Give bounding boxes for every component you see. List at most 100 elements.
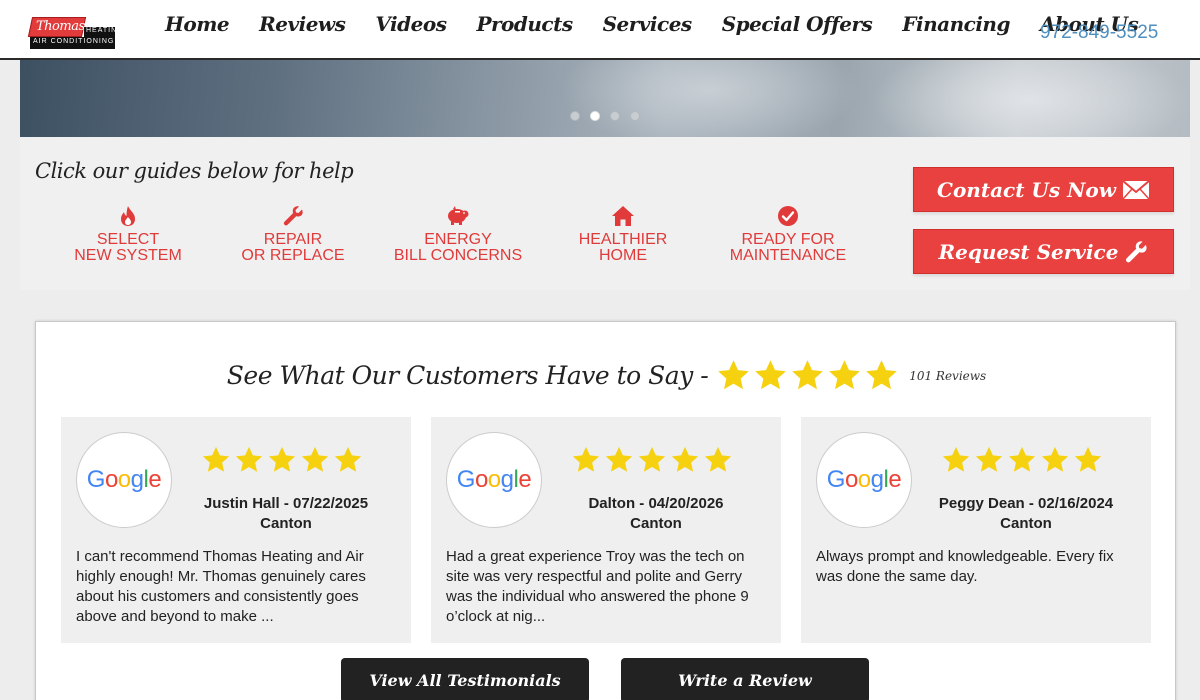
guide-select-new-system[interactable]: SELECT NEW SYSTEM <box>53 205 203 264</box>
company-logo[interactable]: Thomas HEATING AIR CONDITIONING <box>27 17 123 49</box>
contact-us-label: Contact Us Now <box>937 177 1116 202</box>
guide-line2: BILL CONCERNS <box>393 247 523 264</box>
reviewer-city: Canton <box>1000 515 1052 532</box>
request-service-label: Request Service <box>938 239 1119 264</box>
piggy-bank-icon <box>448 206 469 225</box>
reviewer-info: Dalton - 04/20/2026 Canton <box>556 494 756 534</box>
nav-products[interactable]: Products <box>476 12 573 36</box>
reviewer-name: Dalton - 04/20/2026 <box>588 495 724 512</box>
guide-repair-or-replace[interactable]: REPAIR OR REPLACE <box>218 205 368 264</box>
card-stars <box>201 445 366 475</box>
google-logo-text: Google <box>86 466 162 493</box>
review-text: Had a great experience Troy was the tech… <box>446 548 749 625</box>
write-review-button[interactable]: Write a Review <box>621 658 869 700</box>
view-all-testimonials-button[interactable]: View All Testimonials <box>341 658 589 700</box>
star-icon <box>792 360 823 390</box>
star-icon <box>755 360 786 390</box>
hero-slider <box>20 60 1190 137</box>
wrench-icon <box>1126 240 1147 262</box>
star-icon <box>301 446 329 472</box>
rating-stars <box>716 358 901 393</box>
guides-title: Click our guides below for help <box>35 159 354 183</box>
envelope-icon <box>1122 179 1150 200</box>
guide-line1: SELECT <box>96 231 160 248</box>
logo-line1: HEATING <box>86 27 124 34</box>
review-card: Google Dalton - 04/20/2026 Canton Had a … <box>431 417 781 643</box>
reviewer-info: Peggy Dean - 02/16/2024 Canton <box>926 494 1126 534</box>
reviewer-name: Justin Hall - 07/22/2025 <box>203 495 369 512</box>
star-icon <box>605 446 633 472</box>
hero-cloud <box>560 60 860 137</box>
reviews-section: See What Our Customers Have to Say - 101… <box>35 321 1176 700</box>
google-logo-text: Google <box>456 466 532 493</box>
guide-ready-for-maintenance[interactable]: READY FOR MAINTENANCE <box>713 205 863 264</box>
star-icon <box>638 446 666 472</box>
guide-line1: HEALTHIER <box>578 231 668 248</box>
nav-videos[interactable]: Videos <box>375 12 447 36</box>
review-card: Google Justin Hall - 07/22/2025 Canton I… <box>61 417 411 643</box>
star-icon <box>235 446 263 472</box>
slider-dot[interactable] <box>630 111 640 121</box>
reviews-title: See What Our Customers Have to Say - <box>226 361 709 390</box>
google-logo: Google <box>816 432 912 528</box>
star-icon <box>829 360 860 390</box>
slider-dot[interactable] <box>570 111 580 121</box>
review-count: 101 Reviews <box>909 368 987 383</box>
slider-dots <box>570 111 650 121</box>
main-nav: Home Reviews Videos Products Services Sp… <box>150 12 1153 36</box>
review-card: Google Peggy Dean - 02/16/2024 Canton Al… <box>801 417 1151 643</box>
logo-name: Thomas <box>36 19 85 34</box>
star-icon <box>334 446 362 472</box>
star-icon <box>866 360 897 390</box>
phone-link[interactable]: 972-849-5525 <box>1040 22 1158 44</box>
star-icon <box>572 446 600 472</box>
guide-line1: READY FOR <box>741 231 835 248</box>
nav-financing[interactable]: Financing <box>902 12 1010 36</box>
star-icon <box>975 446 1003 472</box>
guide-line1: ENERGY <box>424 231 492 248</box>
star-icon <box>1041 446 1069 472</box>
nav-services[interactable]: Services <box>603 12 693 36</box>
google-logo: Google <box>446 432 542 528</box>
star-icon <box>942 446 970 472</box>
guide-line2: MAINTENANCE <box>729 247 847 264</box>
google-logo: Google <box>76 432 172 528</box>
guide-line1: REPAIR <box>263 231 323 248</box>
review-text: I can't recommend Thomas Heating and Air… <box>76 548 366 625</box>
star-icon <box>704 446 732 472</box>
view-all-label: View All Testimonials <box>369 671 561 690</box>
star-icon <box>202 446 230 472</box>
review-text: Always prompt and knowledgeable. Every f… <box>816 548 1114 585</box>
nav-special-offers[interactable]: Special Offers <box>722 12 873 36</box>
house-icon <box>612 206 634 226</box>
guide-energy-bill-concerns[interactable]: ENERGY BILL CONCERNS <box>383 205 533 264</box>
star-icon <box>1074 446 1102 472</box>
card-stars <box>941 445 1106 475</box>
request-service-button[interactable]: Request Service <box>913 229 1174 274</box>
google-logo-text: Google <box>826 466 902 493</box>
hero-cloud <box>870 60 1190 137</box>
card-stars <box>571 445 736 475</box>
star-icon <box>268 446 296 472</box>
reviewer-info: Justin Hall - 07/22/2025 Canton <box>186 494 386 534</box>
contact-us-button[interactable]: Contact Us Now <box>913 167 1174 212</box>
guide-healthier-home[interactable]: HEALTHIER HOME <box>548 205 698 264</box>
nav-home[interactable]: Home <box>165 12 230 36</box>
guide-line2: HOME <box>599 247 647 264</box>
write-review-label: Write a Review <box>678 671 812 690</box>
logo-line2: AIR CONDITIONING <box>33 38 115 45</box>
star-icon <box>671 446 699 472</box>
reviews-header: See What Our Customers Have to Say - 101… <box>36 358 1177 393</box>
star-icon <box>718 360 749 390</box>
guide-line2: NEW SYSTEM <box>74 247 182 264</box>
nav-reviews[interactable]: Reviews <box>259 12 346 36</box>
reviewer-city: Canton <box>630 515 682 532</box>
guide-line2: OR REPLACE <box>241 247 345 264</box>
slider-dot[interactable] <box>610 111 620 121</box>
site-header: Thomas HEATING AIR CONDITIONING Home Rev… <box>0 0 1200 60</box>
reviewer-city: Canton <box>260 515 312 532</box>
star-icon <box>1008 446 1036 472</box>
check-circle-icon <box>778 206 798 226</box>
wrench-icon <box>283 206 303 226</box>
slider-dot-active[interactable] <box>590 111 600 121</box>
